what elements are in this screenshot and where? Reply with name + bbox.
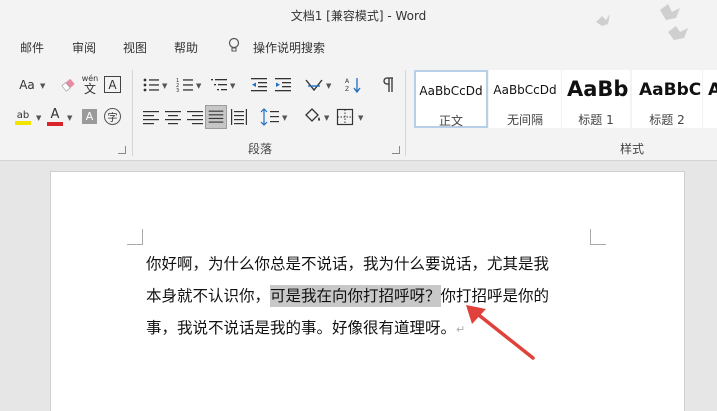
clear-formatting-icon[interactable] <box>60 76 78 94</box>
show-formatting-marks-icon[interactable] <box>380 76 396 94</box>
shading-dropdown-icon[interactable]: ▼ <box>324 114 329 122</box>
style-no-spacing-name: 无间隔 <box>506 113 543 127</box>
style-normal-preview: AaBbCcDd <box>419 84 483 98</box>
numbering-icon[interactable]: 1 2 3 <box>176 76 194 94</box>
svg-text:A: A <box>345 78 350 85</box>
justify-icon[interactable] <box>205 105 227 129</box>
paragraph-group-label: 段落 <box>248 142 273 156</box>
line-spacing-dropdown-icon[interactable]: ▼ <box>282 114 287 122</box>
text-before-selection: 本身就不认识你， <box>146 287 271 305</box>
tab-mailings[interactable]: 邮件 <box>20 39 44 56</box>
shading-bucket-icon[interactable] <box>302 108 322 126</box>
style-heading-1[interactable]: AaBb 标题 1 <box>562 70 630 128</box>
style-no-spacing[interactable]: AaBbCcDd 无间隔 <box>489 70 561 128</box>
highlight-label: ab <box>16 109 30 121</box>
borders-dropdown-icon[interactable]: ▼ <box>358 114 363 122</box>
style-heading-2[interactable]: AaBbC 标题 2 <box>632 70 702 128</box>
paragraph-line-1[interactable]: 你好啊，为什么你总是不说话，我为什么要说话，尤其是我 <box>146 249 549 280</box>
enclose-characters-button[interactable]: 字 <box>104 108 121 125</box>
ribbon-separator <box>405 70 406 156</box>
margin-corner-top-left <box>127 229 143 245</box>
font-dialog-launcher[interactable] <box>118 146 126 154</box>
change-case-dropdown-icon[interactable]: ▼ <box>40 82 45 90</box>
lightbulb-icon <box>228 37 240 52</box>
selected-text[interactable]: 可是我在向你打招呼呀？ <box>270 285 441 307</box>
font-color-dropdown-icon[interactable]: ▼ <box>67 114 72 122</box>
character-shading-button[interactable]: A <box>82 109 97 124</box>
highlight-color-swatch <box>15 120 31 125</box>
highlight-color-button[interactable]: ab <box>12 107 34 127</box>
ribbon-tabs: 邮件 审阅 视图 帮助 操作说明搜索 <box>0 33 717 61</box>
paragraph-dialog-launcher[interactable] <box>392 146 400 154</box>
change-case-button[interactable]: Aa <box>16 76 38 94</box>
bullets-dropdown-icon[interactable]: ▼ <box>162 82 167 90</box>
styles-group-label: 样式 <box>620 142 645 156</box>
font-color-button[interactable]: A <box>46 107 64 127</box>
chinese-layout-icon[interactable] <box>304 76 324 94</box>
tab-help[interactable]: 帮助 <box>174 39 198 56</box>
svg-text:Z: Z <box>345 86 349 93</box>
align-center-icon[interactable] <box>164 108 182 126</box>
paragraph-line-3[interactable]: 事，我说不说话是我的事。好像很有道理呀。↵ <box>146 313 465 344</box>
word-window: 文档1 [兼容模式] - Word 邮件 审阅 视图 帮助 操作说明搜索 Aa … <box>0 0 717 411</box>
svg-text:3: 3 <box>176 88 179 94</box>
style-no-spacing-preview: AaBbCcDd <box>493 83 557 97</box>
borders-icon[interactable] <box>336 108 354 126</box>
style-heading-2-preview: AaBbC <box>639 80 701 100</box>
bullets-icon[interactable] <box>142 76 160 94</box>
font-color-swatch <box>47 122 63 126</box>
numbering-dropdown-icon[interactable]: ▼ <box>196 82 201 90</box>
title-bar: 文档1 [兼容模式] - Word <box>0 0 717 40</box>
multilevel-list-icon[interactable] <box>210 76 228 94</box>
align-left-icon[interactable] <box>142 108 160 126</box>
tell-me-search[interactable]: 操作说明搜索 <box>253 39 325 56</box>
line-spacing-icon[interactable] <box>260 108 280 126</box>
highlight-dropdown-icon[interactable]: ▼ <box>36 114 41 122</box>
character-border-button[interactable]: A <box>104 76 121 93</box>
style-heading-3-preview: A <box>708 80 717 100</box>
distributed-align-icon[interactable] <box>230 108 248 126</box>
style-heading-3[interactable]: A <box>703 70 717 128</box>
multilevel-list-dropdown-icon[interactable]: ▼ <box>230 82 235 90</box>
phonetic-guide-button[interactable]: wén 文 <box>80 74 100 96</box>
margin-corner-top-right <box>590 229 606 245</box>
ribbon: Aa ▼ wén 文 A ab ▼ A ▼ A 字 ▼ 1 2 3 ▼ ▼ ▼ … <box>0 64 717 160</box>
align-right-icon[interactable] <box>186 108 204 126</box>
style-heading-1-preview: AaBb <box>567 77 629 101</box>
tab-view[interactable]: 视图 <box>123 39 147 56</box>
font-color-label: A <box>50 107 60 122</box>
style-heading-1-name: 标题 1 <box>578 113 614 127</box>
style-normal[interactable]: AaBbCcDd 正文 <box>414 70 488 128</box>
style-heading-2-name: 标题 2 <box>649 113 685 127</box>
increase-indent-icon[interactable] <box>274 76 292 94</box>
paragraph-line-3-text: 事，我说不说话是我的事。好像很有道理呀。 <box>146 319 457 337</box>
annotation-arrow-icon <box>466 305 535 360</box>
tab-review[interactable]: 审阅 <box>72 39 96 56</box>
decrease-indent-icon[interactable] <box>250 76 268 94</box>
sort-icon[interactable]: AZ <box>344 76 362 94</box>
ribbon-separator <box>132 70 133 156</box>
style-normal-name: 正文 <box>438 114 463 128</box>
phonetic-guide-char: 文 <box>83 81 96 96</box>
chinese-layout-dropdown-icon[interactable]: ▼ <box>326 82 331 90</box>
